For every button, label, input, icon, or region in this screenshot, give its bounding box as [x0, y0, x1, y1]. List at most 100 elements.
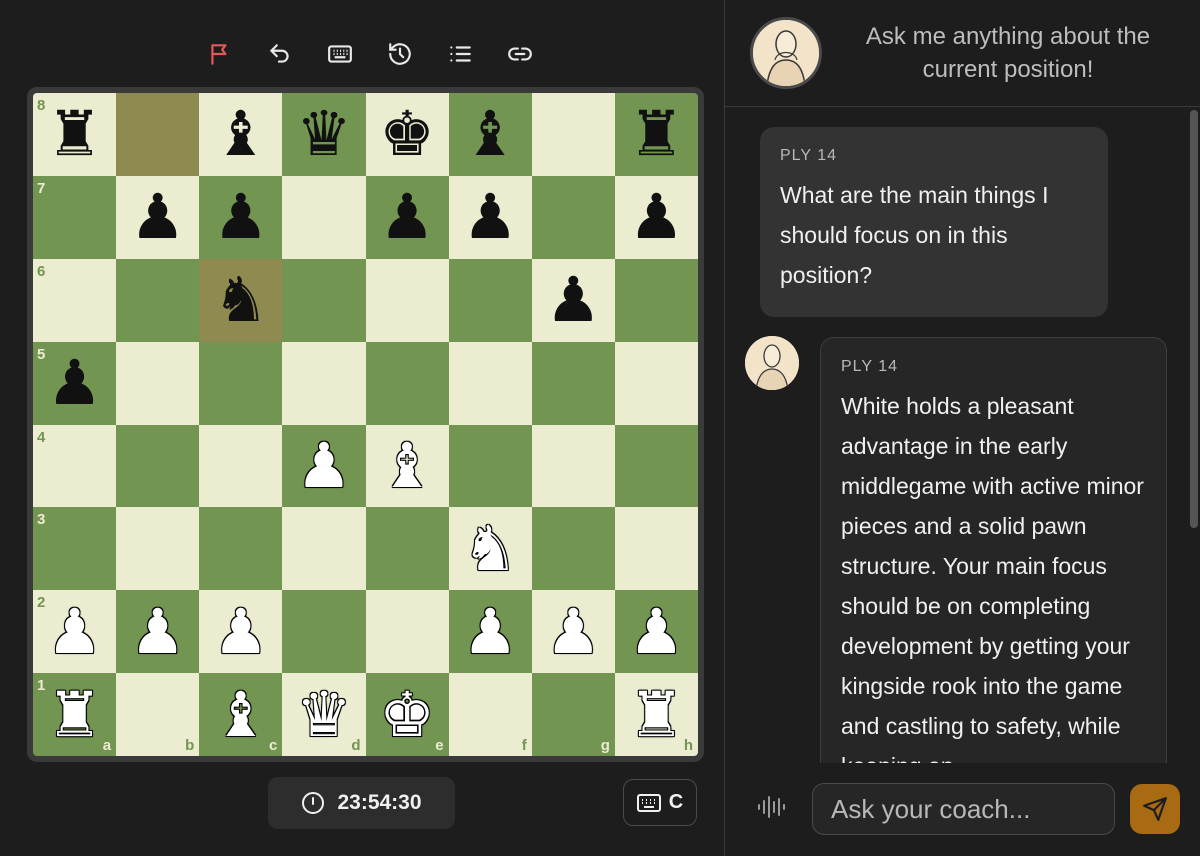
square-f7[interactable]: ♟	[448, 175, 532, 259]
keyboard-input-button[interactable]	[310, 34, 370, 74]
square-e8[interactable]: ♚	[365, 93, 449, 176]
square-e4[interactable]: ♝	[365, 424, 449, 508]
square-c3[interactable]	[199, 507, 283, 591]
square-a1[interactable]: 1 a ♜	[33, 673, 117, 756]
square-d6[interactable]	[282, 258, 366, 342]
square-b3[interactable]	[116, 507, 200, 591]
square-e1[interactable]: e ♚	[365, 673, 449, 756]
white-pawn-piece[interactable]: ♟	[213, 600, 269, 663]
black-queen-piece[interactable]: ♛	[296, 103, 352, 165]
square-d3[interactable]	[282, 507, 366, 591]
square-e7[interactable]: ♟	[365, 175, 449, 259]
black-pawn-piece[interactable]: ♟	[379, 186, 435, 248]
send-button[interactable]	[1130, 784, 1180, 834]
square-f6[interactable]	[448, 258, 532, 342]
square-a2[interactable]: 2 ♟	[33, 590, 117, 674]
square-b8[interactable]	[116, 93, 200, 176]
square-g8[interactable]	[531, 93, 615, 176]
history-button[interactable]	[370, 34, 430, 74]
white-pawn-piece[interactable]: ♟	[296, 434, 352, 497]
square-h6[interactable]	[614, 258, 698, 342]
white-pawn-piece[interactable]: ♟	[462, 600, 518, 663]
black-bishop-piece[interactable]: ♝	[462, 103, 518, 165]
square-c1[interactable]: c ♝	[199, 673, 283, 756]
square-d4[interactable]: ♟	[282, 424, 366, 508]
square-f5[interactable]	[448, 341, 532, 425]
square-e2[interactable]	[365, 590, 449, 674]
square-c8[interactable]: ♝	[199, 93, 283, 176]
square-g5[interactable]	[531, 341, 615, 425]
square-f2[interactable]: ♟	[448, 590, 532, 674]
square-b7[interactable]: ♟	[116, 175, 200, 259]
share-link-button[interactable]	[490, 34, 550, 74]
voice-input-button[interactable]	[755, 791, 787, 823]
black-king-piece[interactable]: ♚	[379, 103, 435, 165]
square-d1[interactable]: d ♛	[282, 673, 366, 756]
black-pawn-piece[interactable]: ♟	[546, 269, 602, 331]
square-d8[interactable]: ♛	[282, 93, 366, 176]
square-b4[interactable]	[116, 424, 200, 508]
square-c2[interactable]: ♟	[199, 590, 283, 674]
square-h8[interactable]: ♜	[614, 93, 698, 176]
black-rook-piece[interactable]: ♜	[629, 103, 685, 165]
square-b6[interactable]	[116, 258, 200, 342]
square-a6[interactable]: 6	[33, 258, 117, 342]
square-g6[interactable]: ♟	[531, 258, 615, 342]
square-h1[interactable]: h ♜	[614, 673, 698, 756]
coach-question-input[interactable]	[812, 783, 1115, 835]
square-c7[interactable]: ♟	[199, 175, 283, 259]
chessboard[interactable]: 8 ♜ ♝ ♛ ♚ ♝ ♜ 7 ♟ ♟ ♟ ♟ ♟ 6 ♞ ♟ 5 ♟ 4 ♟ ♝ 3 ♞ 2 ♟ ♟ ♟ ♟ ♟ ♟ 1 a ♜ b c ♝ d ♛ e ♚…	[33, 93, 698, 756]
square-f8[interactable]: ♝	[448, 93, 532, 176]
white-rook-piece[interactable]: ♜	[629, 683, 685, 746]
square-e5[interactable]	[365, 341, 449, 425]
square-b1[interactable]: b	[116, 673, 200, 756]
black-bishop-piece[interactable]: ♝	[213, 103, 269, 165]
square-g4[interactable]	[531, 424, 615, 508]
square-g3[interactable]	[531, 507, 615, 591]
square-a5[interactable]: 5 ♟	[33, 341, 117, 425]
undo-button[interactable]	[250, 34, 310, 74]
square-d5[interactable]	[282, 341, 366, 425]
keyboard-shortcut-button[interactable]: C	[623, 779, 697, 826]
white-bishop-piece[interactable]: ♝	[213, 683, 269, 746]
black-pawn-piece[interactable]: ♟	[47, 352, 103, 414]
white-knight-piece[interactable]: ♞	[462, 517, 518, 580]
white-king-piece[interactable]: ♚	[379, 683, 435, 746]
square-a3[interactable]: 3	[33, 507, 117, 591]
white-pawn-piece[interactable]: ♟	[629, 600, 685, 663]
square-e6[interactable]	[365, 258, 449, 342]
square-e3[interactable]	[365, 507, 449, 591]
square-c5[interactable]	[199, 341, 283, 425]
square-b2[interactable]: ♟	[116, 590, 200, 674]
chat-thread[interactable]: PLY 14 What are the main things I should…	[725, 108, 1200, 763]
move-list-button[interactable]	[430, 34, 490, 74]
square-h3[interactable]	[614, 507, 698, 591]
square-a4[interactable]: 4	[33, 424, 117, 508]
black-knight-piece[interactable]: ♞	[213, 269, 269, 331]
square-d2[interactable]	[282, 590, 366, 674]
white-bishop-piece[interactable]: ♝	[379, 434, 435, 497]
white-pawn-piece[interactable]: ♟	[546, 600, 602, 663]
square-f1[interactable]: f	[448, 673, 532, 756]
square-h7[interactable]: ♟	[614, 175, 698, 259]
black-pawn-piece[interactable]: ♟	[213, 186, 269, 248]
black-pawn-piece[interactable]: ♟	[130, 186, 186, 248]
square-b5[interactable]	[116, 341, 200, 425]
square-c6[interactable]: ♞	[199, 258, 283, 342]
square-f3[interactable]: ♞	[448, 507, 532, 591]
square-h2[interactable]: ♟	[614, 590, 698, 674]
black-rook-piece[interactable]: ♜	[47, 103, 103, 165]
black-pawn-piece[interactable]: ♟	[629, 186, 685, 248]
square-a8[interactable]: 8 ♜	[33, 93, 117, 176]
white-queen-piece[interactable]: ♛	[296, 683, 352, 746]
square-h4[interactable]	[614, 424, 698, 508]
square-g1[interactable]: g	[531, 673, 615, 756]
white-pawn-piece[interactable]: ♟	[47, 600, 103, 663]
white-rook-piece[interactable]: ♜	[47, 683, 103, 746]
square-a7[interactable]: 7	[33, 175, 117, 259]
square-h5[interactable]	[614, 341, 698, 425]
black-pawn-piece[interactable]: ♟	[462, 186, 518, 248]
square-c4[interactable]	[199, 424, 283, 508]
white-pawn-piece[interactable]: ♟	[130, 600, 186, 663]
square-g7[interactable]	[531, 175, 615, 259]
